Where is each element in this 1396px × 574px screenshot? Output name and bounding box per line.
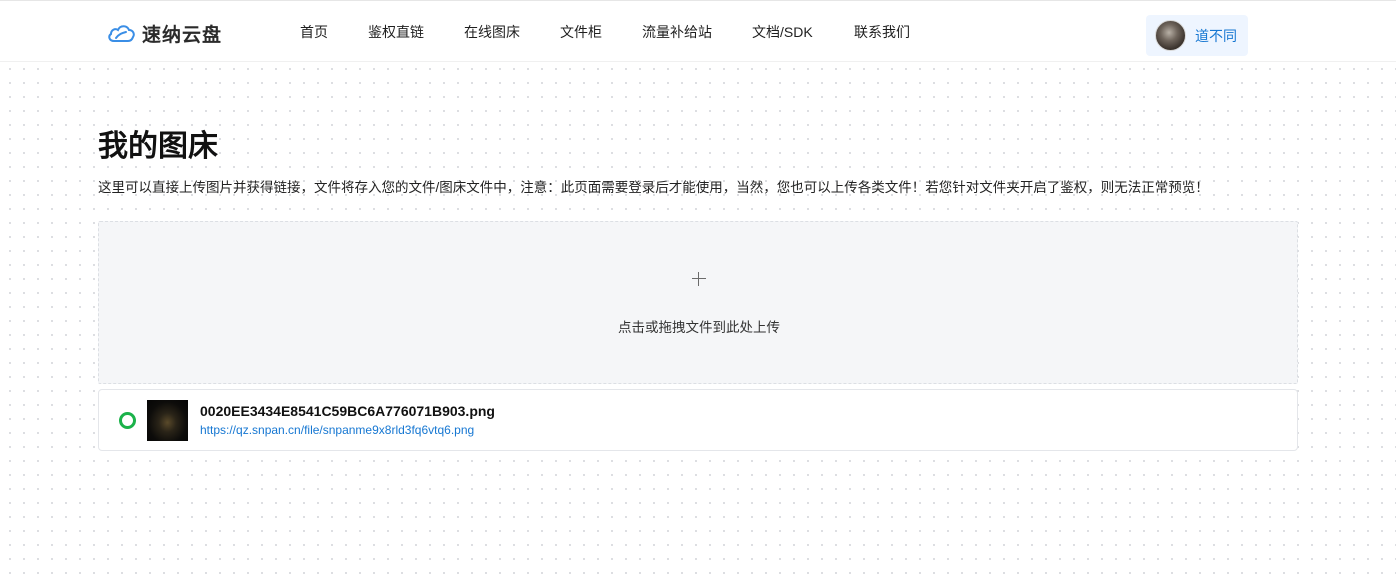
user-name[interactable]: 道不同: [1195, 26, 1237, 46]
top-navbar: 速纳云盘 首页 鉴权直链 在线图床 文件柜 流量补给站 文档/SDK 联系我们 …: [0, 0, 1396, 62]
avatar[interactable]: [1155, 20, 1186, 51]
nav-contact[interactable]: 联系我们: [854, 22, 910, 42]
page-description: 这里可以直接上传图片并获得链接，文件将存入您的文件/图床文件中，注意：此页面需要…: [98, 180, 1209, 195]
user-menu[interactable]: 道不同: [1146, 15, 1248, 56]
logo-text: 速纳云盘: [142, 24, 223, 46]
page-title: 我的图床: [98, 130, 218, 163]
file-thumbnail[interactable]: [147, 400, 188, 441]
nav-home[interactable]: 首页: [300, 22, 328, 42]
nav-traffic-store[interactable]: 流量补给站: [642, 22, 712, 42]
logo[interactable]: 速纳云盘: [106, 20, 222, 46]
nav-auth-link[interactable]: 鉴权直链: [368, 22, 424, 42]
upload-hint: 点击或拖拽文件到此处上传: [618, 320, 780, 335]
upload-dropzone[interactable]: 点击或拖拽文件到此处上传: [98, 221, 1298, 384]
nav-image-host[interactable]: 在线图床: [464, 22, 520, 42]
file-name: 0020EE3434E8541C59BC6A776071B903.png: [200, 403, 495, 419]
cloud-logo-icon: [108, 25, 135, 42]
uploaded-file-item: 0020EE3434E8541C59BC6A776071B903.png htt…: [98, 389, 1298, 451]
plus-icon: [692, 272, 706, 286]
success-status-icon: [119, 412, 136, 429]
nav-file-cabinet[interactable]: 文件柜: [560, 22, 602, 42]
nav-docs-sdk[interactable]: 文档/SDK: [752, 22, 813, 42]
file-url-link[interactable]: https://qz.snpan.cn/file/snpanme9x8rld3f…: [200, 423, 474, 437]
